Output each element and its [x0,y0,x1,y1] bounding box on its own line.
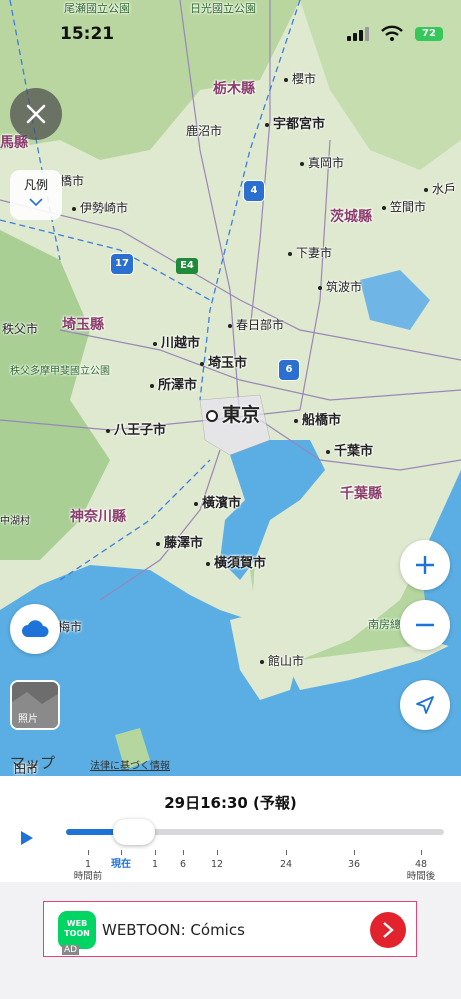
current-location-button[interactable] [400,680,450,730]
tick-value: 1 [84,859,92,870]
timeline-tick [217,850,218,855]
timeline-slider[interactable] [66,819,444,845]
battery-indicator: 72 [415,27,443,41]
city-label: 八王子市 [106,419,166,438]
ad-open-button[interactable] [370,912,406,948]
park-label: 秩父多摩甲斐國立公園 [10,366,110,377]
wifi-icon [381,25,403,41]
city-label: 橋市 [60,174,85,188]
city-label: 中湖村 [0,516,30,527]
tick-value: 12 [210,859,224,870]
city-label: 春日部市 [228,316,284,333]
tick-unit: 時間前 [73,871,103,882]
ad-badge: AD [62,945,80,955]
ad-banner[interactable]: WEB TOON AD WEBTOON: Cómics [43,901,417,957]
timeline-panel: 29日16:30 (予報) 1 時間前 現在 1 6 12 24 36 48 時間後 [0,776,461,882]
timeline-tick-label: 1 時間前 [74,859,103,883]
tick-value: 6 [179,859,187,870]
city-label: 真岡市 [300,154,344,171]
city-label: 藤澤市 [156,532,203,551]
road-shield: 6 [278,359,300,381]
timeline-tick [121,850,122,855]
cloud-icon [22,620,49,637]
park-label: 南房總 [368,618,401,631]
city-label: 千葉市 [326,440,373,459]
prefecture-label: 栃木縣 [213,81,255,97]
timeline-tick-label: 6 [180,859,186,871]
cellular-signal-icon [347,27,369,41]
ad-title: WEBTOON: Cómics [102,921,245,939]
timeline-tick-label: 12 [211,859,223,871]
tick-value: 36 [347,859,361,870]
city-label: 伊勢崎市 [72,199,128,216]
capital-label: 東京 [206,400,260,427]
prefecture-label: 茨城縣 [330,209,372,225]
prefecture-label: 千葉縣 [340,486,382,502]
city-label: 橫濱市 [194,492,241,511]
location-arrow-icon [416,696,434,714]
weather-layer-button[interactable] [10,604,60,654]
photo-layer-button[interactable]: 照片 [10,680,60,730]
weather-map[interactable]: 尾瀬國立公園 日光國立公園 秩父多摩甲斐國立公園 南房總 栃木縣 茨城縣 埼玉縣… [0,0,461,776]
road-shield: E4 [176,258,198,274]
city-label: 笠間市 [382,198,426,215]
city-label: 水戶 [424,180,456,197]
road-shield: 4 [243,180,265,202]
timeline-tick-label: 24 [280,859,292,871]
timeline-tick-label: 36 [348,859,360,871]
timeline-tick-label: 現在 [111,859,131,871]
city-label: 梅市 [58,620,83,634]
status-time: 15:21 [60,24,115,44]
legend-button[interactable]: 凡例 [10,170,62,220]
timeline-tick-label: 1 [152,859,158,871]
forecast-time-title: 29日16:30 (予報) [164,794,297,812]
road-shield: 17 [110,253,134,275]
zoom-out-button[interactable] [400,600,450,650]
minus-icon [416,623,434,627]
city-label: 筑波市 [318,278,362,295]
chevron-down-icon [10,195,62,209]
tick-value: 24 [279,859,293,870]
city-label: 宇都宮市 [265,113,325,132]
city-label: 船橋市 [294,409,341,428]
tick-value: 現在 [111,859,131,870]
city-label: 埼玉市 [200,352,247,371]
timeline-tick [183,850,184,855]
city-label: 櫻市 [284,70,316,87]
timeline-tick [354,850,355,855]
city-label: 川越市 [153,332,200,351]
webtoon-app-icon: WEB TOON [58,911,96,949]
city-label: 館山市 [260,652,304,669]
city-label: 秩父市 [2,322,39,336]
maps-attribution: マップ [10,754,56,772]
city-label: 橫須賀市 [206,552,266,571]
timeline-tick [155,850,156,855]
chevron-right-icon [383,922,394,938]
timeline-slider-thumb[interactable] [112,819,155,845]
map-terrain [0,0,461,776]
close-button[interactable] [10,88,62,140]
photo-label: 照片 [18,714,38,725]
legend-label: 凡例 [23,178,48,192]
timeline-tick [421,850,422,855]
prefecture-label: 埼玉縣 [62,317,104,333]
city-label: 鹿沼市 [186,124,223,138]
tick-value: 48 [414,859,428,870]
prefecture-label: 神奈川縣 [70,509,126,525]
city-label: 所澤市 [150,374,197,393]
legal-info-link[interactable]: 法律に基づく情報 [90,757,170,772]
tick-unit: 時間後 [406,871,436,882]
timeline-tick-label: 48 時間後 [407,859,436,883]
zoom-in-button[interactable] [400,540,450,590]
tick-value: 1 [151,859,159,870]
timeline-tick [88,850,89,855]
close-icon [26,104,46,124]
plus-icon [416,556,434,574]
timeline-tick [286,850,287,855]
status-bar: 15:21 72 [0,0,461,60]
city-label: 下妻市 [288,244,332,261]
play-icon[interactable] [20,830,34,846]
